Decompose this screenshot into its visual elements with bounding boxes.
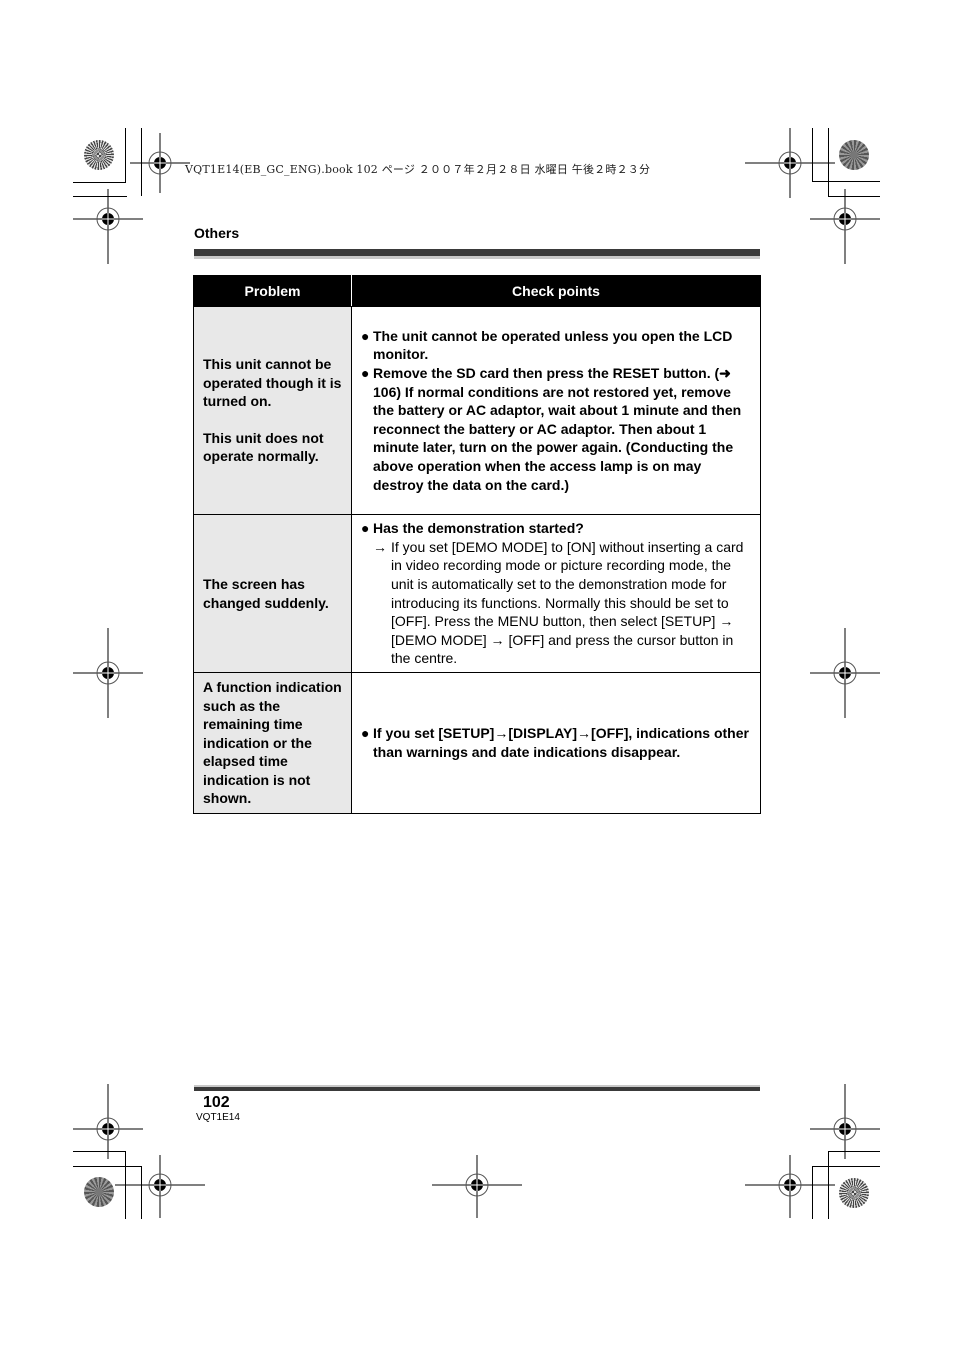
problem-text: This unit cannot be operated though it i…	[203, 356, 342, 410]
table-header-row: Problem Check points	[193, 275, 761, 307]
check-point: ● The unit cannot be operated unless you…	[361, 327, 750, 364]
problem-text: This unit does not operate normally.	[203, 429, 324, 465]
bullet-icon: ●	[361, 327, 370, 344]
check-point-text: Remove the SD card then press the RESET …	[373, 365, 742, 493]
bullet-icon: ●	[361, 365, 370, 382]
problem-cell: The screen has changed suddenly.	[193, 514, 352, 673]
check-points-cell: ● The unit cannot be operated unless you…	[351, 306, 761, 515]
section-label: Others	[194, 225, 240, 241]
column-header-problem: Problem	[193, 275, 352, 307]
print-slug: VQT1E14(EB_GC_ENG).book 102 ページ ２００７年２月２…	[185, 163, 651, 176]
table-row: This unit cannot be operated though it i…	[193, 306, 761, 515]
problem-cell: This unit cannot be operated though it i…	[193, 306, 352, 515]
check-point-detail-text: If you set [DEMO MODE] to [ON] without i…	[391, 538, 744, 667]
check-point: ● Remove the SD card then press the RESE…	[361, 364, 750, 494]
table-row: A function indication such as the remain…	[193, 672, 761, 814]
color-rosette-icon	[839, 1178, 869, 1208]
check-point-detail: → If you set [DEMO MODE] to [ON] without…	[361, 538, 750, 668]
problem-text: The screen has changed suddenly.	[203, 575, 329, 611]
check-point: ● Has the demonstration started?	[361, 519, 750, 538]
check-points-cell: ● Has the demonstration started? → If yo…	[351, 514, 761, 673]
header-rule	[194, 249, 760, 256]
check-point-text: The unit cannot be operated unless you o…	[373, 327, 733, 363]
header-rule-shadow	[194, 256, 760, 259]
page-number: 102	[203, 1094, 230, 1111]
check-point: ● If you set [SETUP]→[DISPLAY]→[OFF], in…	[361, 724, 750, 761]
check-point-text: If you set [SETUP]→[DISPLAY]→[OFF], indi…	[373, 725, 749, 760]
color-rosette-icon	[839, 140, 869, 170]
footer-rule	[194, 1087, 760, 1091]
problem-cell: A function indication such as the remain…	[193, 672, 352, 814]
troubleshooting-table: Problem Check points This unit cannot be…	[193, 275, 761, 814]
check-point-text: Has the demonstration started?	[373, 520, 584, 537]
color-rosette-icon	[84, 140, 114, 170]
column-header-check-points: Check points	[351, 275, 761, 307]
check-points-cell: ● If you set [SETUP]→[DISPLAY]→[OFF], in…	[351, 672, 761, 814]
bullet-icon: ●	[361, 725, 370, 742]
table-row: The screen has changed suddenly. ● Has t…	[193, 514, 761, 673]
model-code: VQT1E14	[196, 1112, 240, 1123]
arrow-right-icon: →	[373, 538, 387, 555]
bullet-icon: ●	[361, 520, 370, 537]
color-rosette-icon	[84, 1177, 114, 1207]
problem-text: A function indication such as the remain…	[203, 678, 342, 807]
